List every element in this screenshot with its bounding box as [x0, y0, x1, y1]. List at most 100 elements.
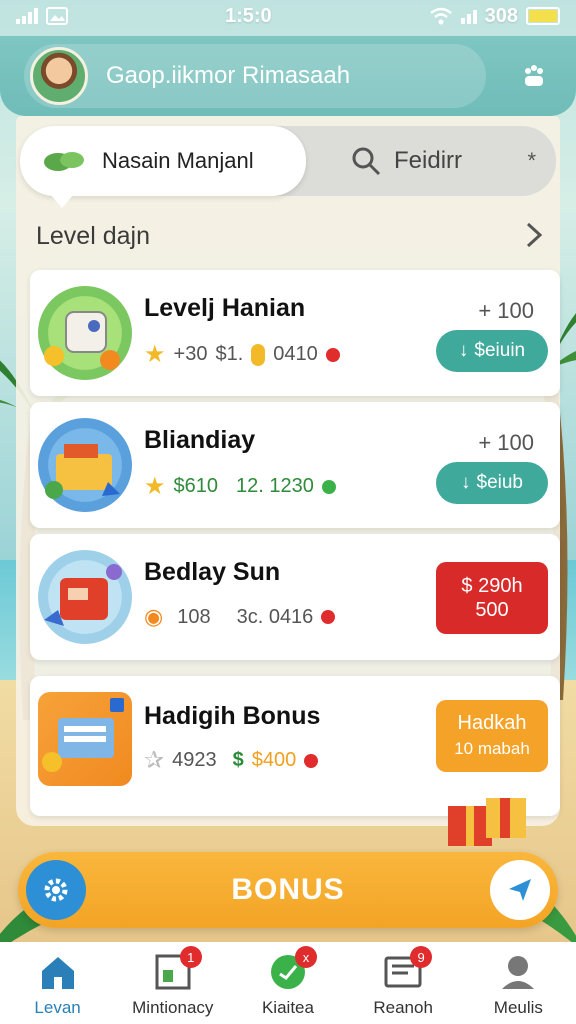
gift-box-icon [448, 798, 526, 846]
card-action-button[interactable]: ↓ $eiub [436, 462, 548, 504]
bottom-nav: Levan 1 Mintionacy x Kiaitea 9 Reanoh Me… [0, 942, 576, 1024]
nav-label: Kiaitea [261, 998, 314, 1017]
image-icon [46, 7, 68, 25]
meta-item: $610 [173, 475, 219, 497]
section-title: Level dajn [36, 222, 150, 250]
nav-item-mintionacy[interactable]: 1 Mintionacy [118, 946, 228, 1018]
leaf-icon [44, 152, 84, 171]
clear-button[interactable]: * [527, 148, 536, 174]
card-thumbnail [38, 692, 132, 786]
download-icon: ↓ [461, 472, 471, 493]
machine-icon [44, 564, 122, 626]
download-icon: ↓ [458, 340, 469, 361]
battery-percent: 308 [484, 4, 518, 27]
nav-item-meulis[interactable]: Meulis [463, 952, 573, 1018]
paw-icon [525, 65, 543, 86]
status-dot [321, 610, 336, 624]
card-meta: ★ $610 12. 1230 [144, 472, 336, 501]
app-header: Gaop.iikmor Rimasaah [0, 36, 576, 116]
send-icon [509, 879, 531, 901]
card-price-line1: $ 290h [461, 575, 523, 597]
card-title: Hadigih Bonus [144, 702, 321, 730]
header-title: Gaop.iikmor Rimasaah [106, 62, 351, 89]
nav-badge: x [294, 946, 317, 968]
card-thumbnail [38, 418, 132, 512]
bonus-label: BONUS [231, 873, 345, 906]
nav-item-reanoh[interactable]: 9 Reanoh [348, 946, 458, 1018]
nav-label: Reanoh [373, 998, 433, 1017]
cellular-icon [460, 8, 477, 24]
toolbox-icon [45, 444, 120, 499]
card-thumbnail [38, 550, 132, 644]
nav-label: Levan [34, 998, 81, 1017]
profile-pill[interactable]: Gaop.iikmor Rimasaah [24, 44, 486, 108]
nav-badge: 1 [179, 946, 202, 968]
meta-item: $400 [251, 749, 297, 771]
nav-badge: 9 [410, 946, 433, 968]
tab-active[interactable]: Nasain Manjanl [20, 126, 306, 208]
card-title: Bliandiay [144, 426, 256, 454]
robot-icon [44, 311, 120, 370]
coin-icon: ◉ [144, 604, 164, 629]
meta-item: 3c. 0416 [236, 605, 314, 628]
card-action-label: $eiub [476, 472, 524, 493]
card-meta: ★ +30 $1. 0410 [144, 340, 340, 369]
battery-icon [525, 7, 560, 25]
nav-label: Meulis [493, 998, 543, 1017]
meta-item: 0410 [273, 343, 318, 365]
nav-label: Mintionacy [132, 998, 214, 1017]
meta-item: 108 [177, 605, 211, 628]
meta-item: 12. 1230 [236, 475, 314, 497]
card-action-label: $eiuin [474, 340, 526, 361]
card-price-button[interactable]: $ 290h 500 [436, 562, 548, 634]
chevron-right-icon[interactable] [522, 220, 546, 250]
nav-item-levan[interactable]: Levan [3, 952, 113, 1018]
status-bar: 1:5:0 308 [0, 0, 576, 32]
coin-icon [251, 343, 266, 366]
gear-icon [44, 878, 68, 902]
list-item[interactable]: Bliandiay + 100 ★ $610 12. 1230 ↓ $eiub [30, 402, 560, 528]
signal-icon [16, 8, 38, 24]
card-title: Bedlay Sun [144, 558, 281, 586]
wifi-icon [429, 7, 452, 25]
settings-button[interactable] [26, 860, 86, 920]
dollar-icon: $ [232, 749, 244, 771]
card-price-line2: 500 [475, 599, 509, 621]
search-icon [352, 147, 381, 176]
status-time: 1:5:0 [224, 4, 272, 27]
card-bonus-button[interactable]: Hadkah 10 mabah [436, 700, 548, 772]
meta-item: $1. [215, 343, 244, 365]
card-bonus-line1: Hadkah [457, 712, 527, 734]
status-dot [304, 753, 319, 768]
main-panel: Nasain Manjanl Feidirr * Level dajn Leve… [16, 116, 560, 826]
star-icon: ★ [144, 473, 166, 500]
segmented-control: Nasain Manjanl Feidirr * [20, 126, 556, 208]
search-tab[interactable]: Feidirr [350, 126, 462, 196]
status-dot [321, 479, 336, 494]
notification-button[interactable] [516, 58, 552, 94]
card-action-button[interactable]: ↓ $eiuin [436, 330, 548, 372]
list-item[interactable]: Levelj Hanian + 100 ★ +30 $1. 0410 ↓ $ei… [30, 270, 560, 396]
card-meta: ◉ 108 3c. 0416 [144, 604, 336, 630]
home-icon [41, 957, 74, 989]
list-item[interactable]: Bedlay Sun ◉ 108 3c. 0416 $ 290h 500 [30, 534, 560, 660]
status-dot [325, 347, 340, 362]
card-title: Levelj Hanian [144, 294, 306, 322]
nav-item-kiaitea[interactable]: x Kiaitea [233, 946, 343, 1018]
meta-item: +30 [173, 343, 208, 365]
profile-icon [502, 956, 535, 989]
meta-item: 4923 [172, 749, 217, 771]
star-icon: ★ [144, 341, 166, 368]
card-value: + 100 [478, 430, 534, 455]
bonus-machine-icon [42, 698, 124, 772]
card-bonus-line2: 10 mabah [454, 739, 530, 758]
star-outline-icon: ✰ [144, 747, 165, 774]
card-meta: ✰ 4923 $ $400 [144, 746, 319, 775]
avatar[interactable] [30, 47, 88, 105]
tab-active-label: Nasain Manjanl [102, 148, 254, 173]
card-thumbnail [38, 286, 132, 380]
send-button[interactable] [490, 860, 550, 920]
bonus-button[interactable]: BONUS [18, 852, 558, 928]
search-label: Feidirr [394, 147, 463, 174]
card-value: + 100 [478, 298, 534, 323]
